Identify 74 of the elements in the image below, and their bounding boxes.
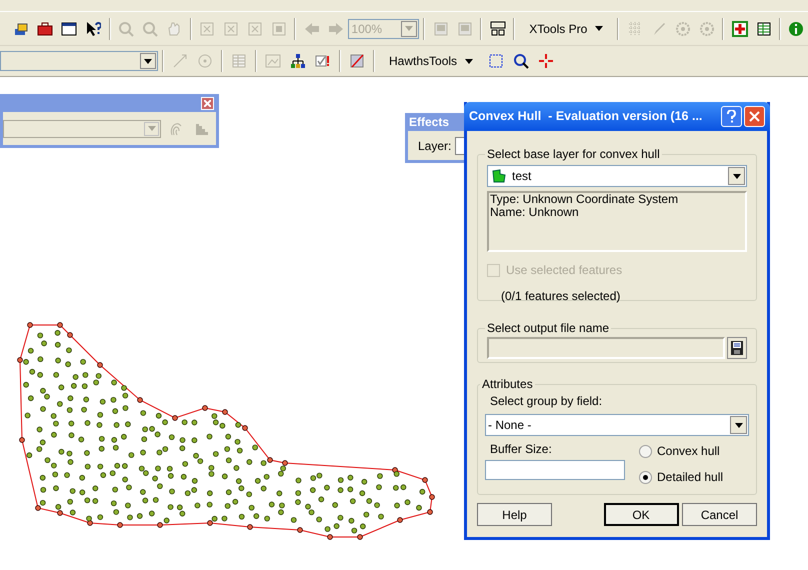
group-field-dropdown[interactable]: - None - [485, 414, 749, 436]
check-icon [315, 53, 331, 69]
save-icon [729, 340, 745, 356]
window-icon [61, 20, 78, 36]
caret-icon [595, 26, 604, 31]
table-icon [231, 53, 247, 69]
zoom-select-icon [513, 53, 530, 69]
info-icon [788, 20, 804, 36]
zoom-out-icon [142, 20, 158, 36]
toolbox-icon [37, 20, 54, 36]
whats-this-icon [85, 20, 102, 36]
buffer-size-label: Buffer Size: [490, 441, 553, 458]
layout-icon [490, 20, 506, 36]
info-line: Type: Unknown Coordinate System [490, 193, 680, 206]
question-icon [727, 110, 736, 123]
toolbar-menu[interactable]: XTools Pro [519, 16, 614, 40]
gear-icon [698, 20, 715, 36]
actual-size-icon [271, 20, 287, 36]
layer-label: Layer: [418, 138, 452, 154]
line-icon [172, 53, 188, 69]
group-legend: Attributes [480, 375, 535, 393]
zoom-in-icon [118, 20, 134, 36]
group-legend: Select output file name [485, 319, 612, 337]
forward-arrow-icon [328, 20, 344, 36]
toolbar-menu[interactable]: HawthsTools [379, 49, 484, 73]
radio-button[interactable] [639, 470, 652, 484]
page-icon [456, 20, 473, 36]
dialog-button[interactable]: OK [604, 503, 678, 526]
close-icon [204, 100, 211, 106]
pan-icon [166, 20, 182, 36]
page-icon [432, 20, 449, 36]
select-rectangle-icon [488, 53, 504, 69]
close-button[interactable] [201, 96, 214, 110]
fixed-zoom-out-icon [247, 20, 264, 36]
radio-label: Convex hull [657, 443, 720, 460]
image-icon [265, 53, 281, 69]
caret-icon [734, 422, 742, 428]
network-icon [290, 53, 306, 69]
caret-icon [465, 58, 474, 64]
full-extent-icon [199, 20, 216, 36]
close-button[interactable] [744, 106, 765, 127]
layers-icon [13, 20, 30, 36]
caret-icon [148, 126, 156, 131]
layer-dropdown[interactable]: test [487, 165, 747, 187]
grid-icon [626, 20, 643, 36]
close-icon [749, 111, 760, 122]
dialog-button[interactable]: Cancel [682, 503, 757, 526]
caret-icon [732, 174, 740, 178]
window-title: Convex Hull - Evaluation version (16 ... [469, 108, 704, 126]
dialog-button[interactable]: Help [477, 503, 552, 526]
info-line: Name: Unknown [490, 206, 580, 219]
eraser-icon [349, 53, 365, 69]
caret-icon [405, 26, 414, 31]
group-field-label: Select group by field: [490, 393, 604, 410]
buffer-size-field[interactable] [485, 460, 625, 480]
add-icon [732, 20, 748, 36]
radio-button[interactable] [639, 444, 652, 458]
help-button[interactable] [721, 106, 742, 127]
toolbar-combo[interactable] [0, 51, 158, 71]
back-arrow-icon [304, 20, 320, 36]
output-file-field[interactable] [487, 337, 725, 359]
circle-icon [197, 53, 213, 69]
folder-layer-icon [491, 168, 507, 184]
table-icon [756, 20, 772, 36]
save-button[interactable] [727, 337, 747, 359]
crosshair-icon [538, 53, 554, 69]
selection-count: (0/1 features selected) [500, 288, 622, 305]
fingerprint-icon [168, 120, 184, 136]
fixed-zoom-in-icon [223, 20, 240, 36]
checkbox-label: Use selected features [506, 262, 622, 279]
caret-icon [144, 58, 152, 64]
gear-icon [674, 20, 691, 36]
group-legend: Select base layer for convex hull [485, 145, 662, 163]
radio-label: Detailed hull [657, 469, 724, 486]
